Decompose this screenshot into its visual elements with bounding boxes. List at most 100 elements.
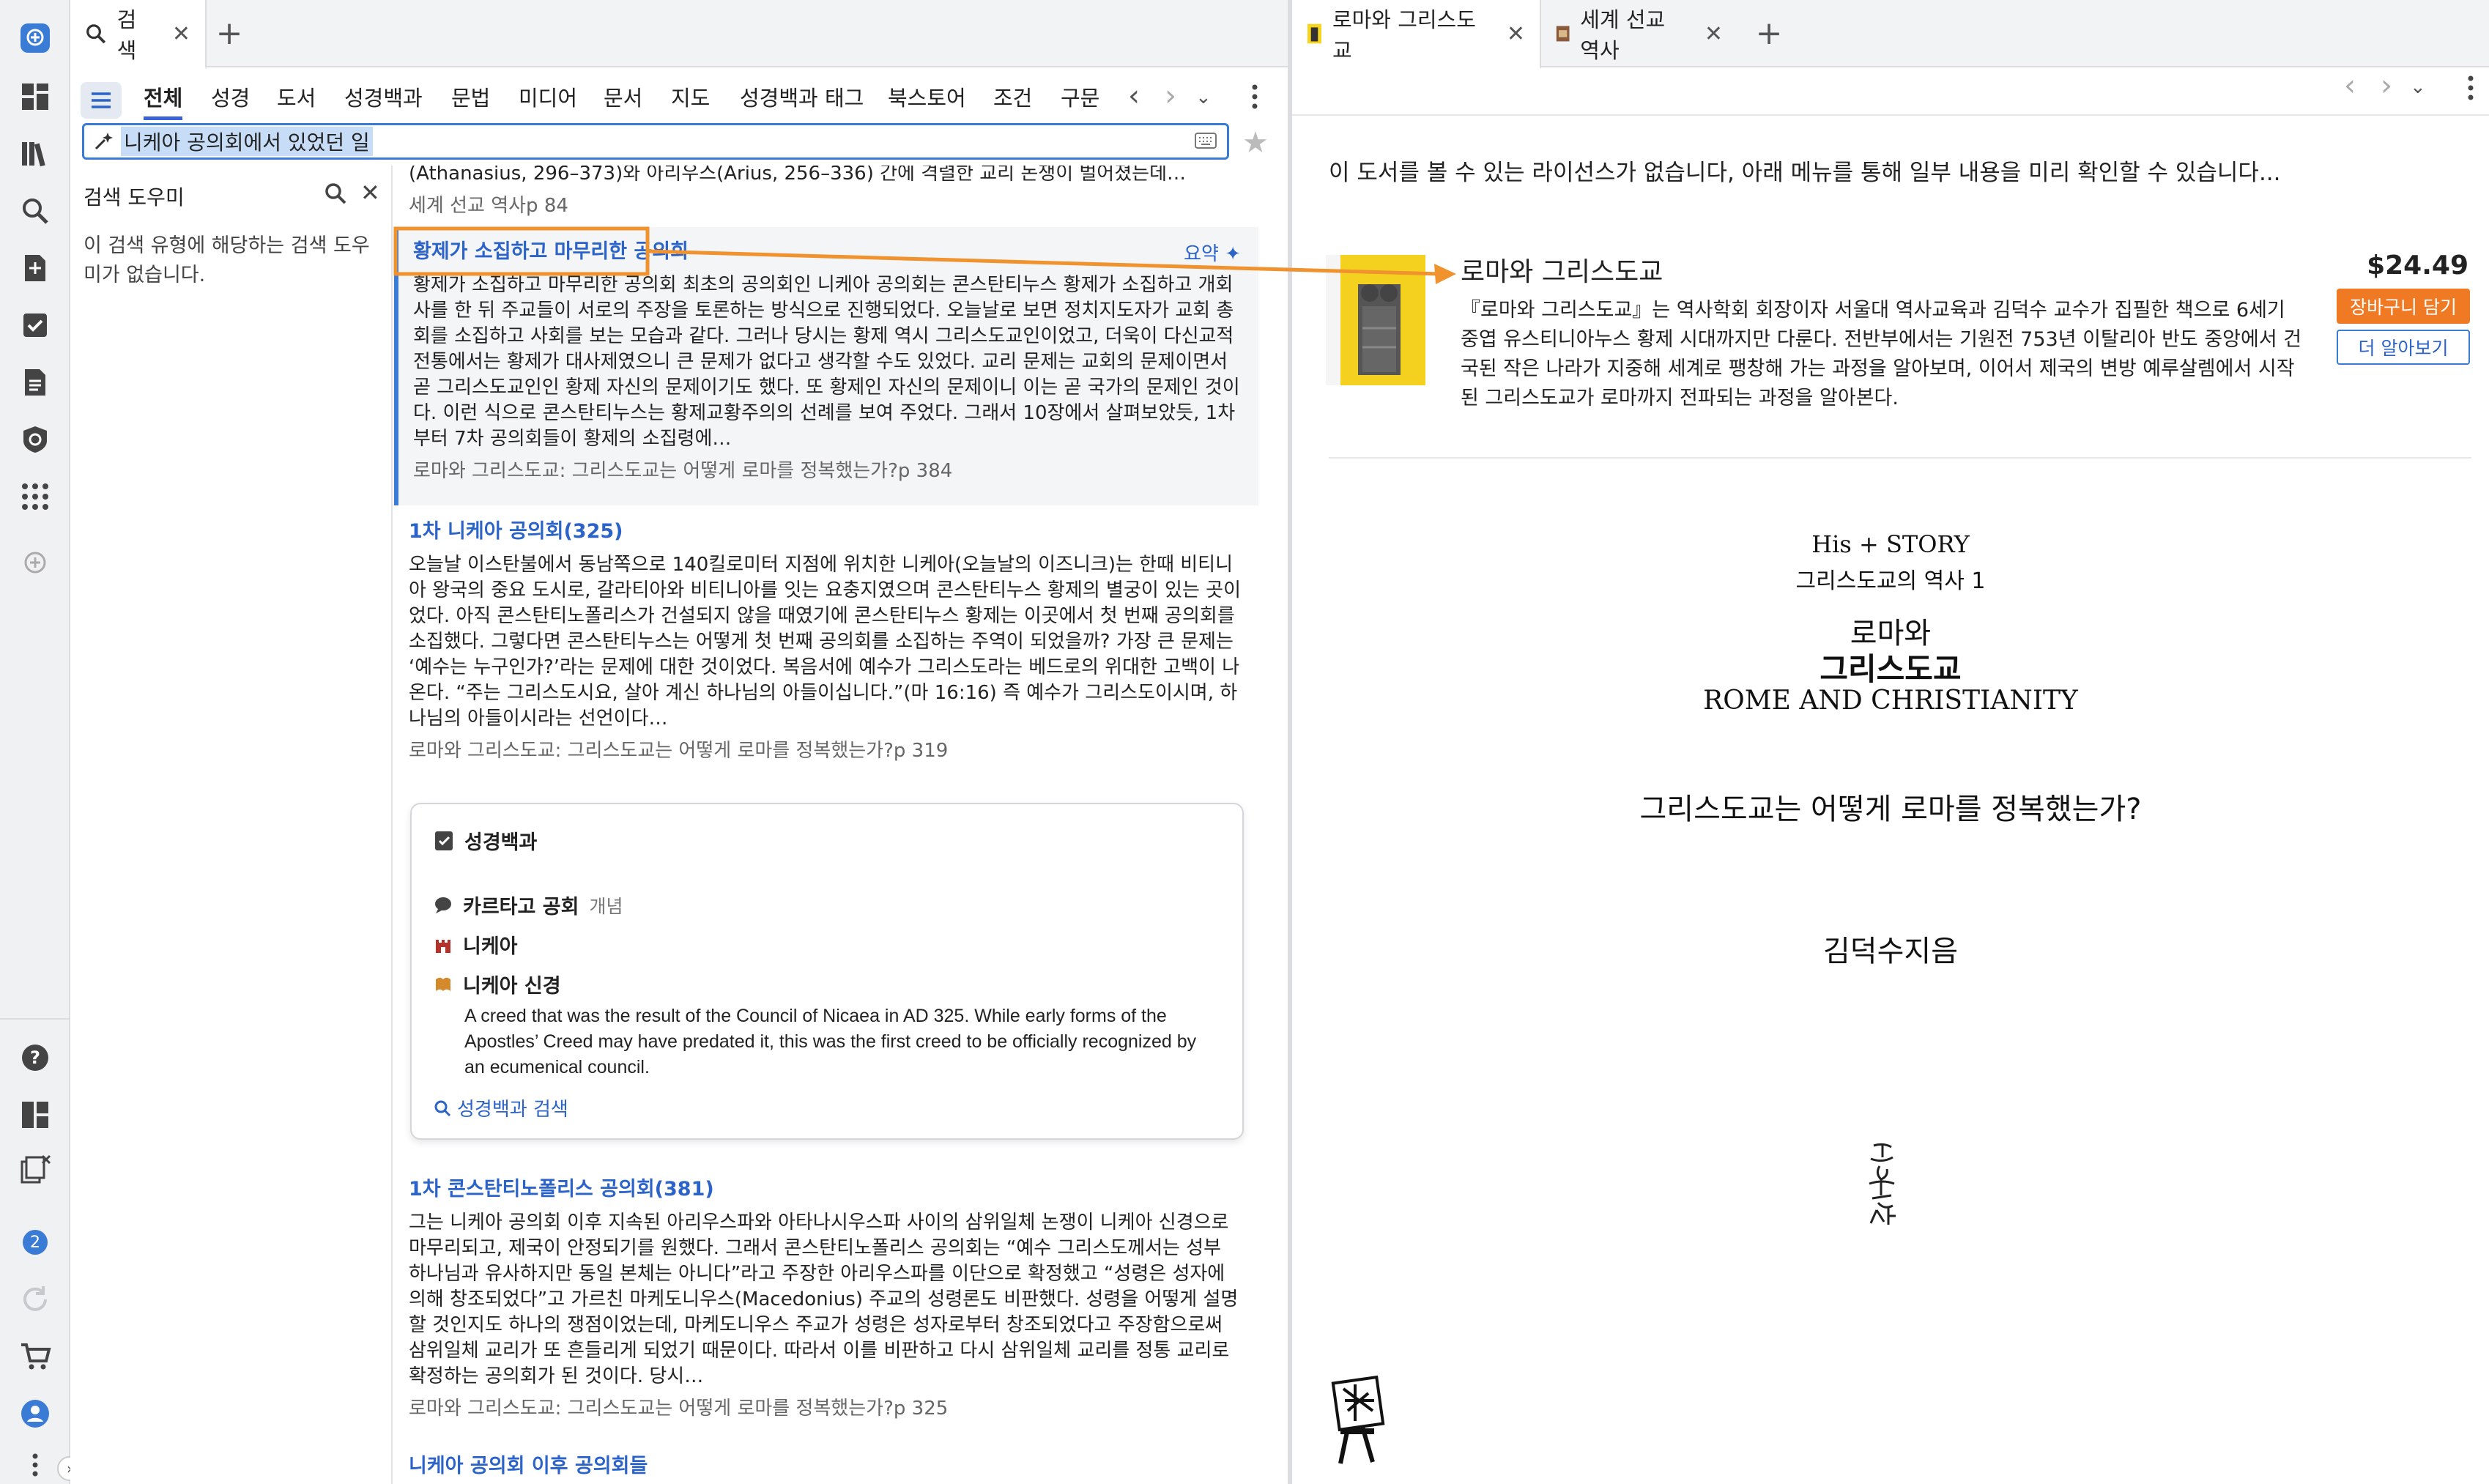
new-tab-button[interactable]: + — [1751, 15, 1787, 52]
search-panel: 검색 ✕ + 전체 성경 도서 성경백과 문법 미디어 문서 지도 성경백과 태… — [70, 0, 1288, 1484]
result-title[interactable]: 황제가 소집하고 마무리한 공의회 — [413, 237, 1244, 267]
chevron-right-icon[interactable]: › — [1165, 79, 1176, 113]
chevron-left-icon[interactable]: ‹ — [1128, 79, 1140, 113]
search-input[interactable]: 니케아 공의회에서 있었던 일 — [82, 123, 1229, 160]
right-tab-bar: 로마와 그리스도교 ✕ 세계 선교 역사 ✕ + — [1292, 0, 2489, 69]
star-icon[interactable]: ★ — [1242, 126, 1269, 160]
filter-tab-factbook-tags[interactable]: 성경백과 태그 — [740, 76, 864, 120]
result-title[interactable]: 1차 콘스탄티노폴리스 공의회(381) — [409, 1175, 1244, 1204]
summary-button[interactable]: 요약 ✦ — [1184, 239, 1241, 266]
list-item: (Athanasius, 296–373)와 아리우스(Arius, 256–3… — [394, 166, 1258, 219]
encyclopedia-search-link[interactable]: 성경백과 검색 — [434, 1094, 568, 1121]
more-vertical-icon[interactable] — [16, 1446, 54, 1481]
list-item[interactable]: 니케아 공의회 이후 공의회들 — [394, 1452, 1258, 1481]
tab-label: 로마와 그리스도교 — [1332, 7, 1476, 63]
filter-tab-books[interactable]: 도서 — [277, 76, 316, 120]
more-vertical-icon[interactable] — [1251, 84, 1258, 117]
svg-text:?: ? — [30, 1047, 40, 1068]
close-icon[interactable]: ✕ — [172, 21, 190, 47]
chevron-down-icon[interactable]: ⌄ — [2410, 76, 2426, 98]
app-logo-icon[interactable] — [16, 19, 54, 57]
hamburger-menu-icon[interactable] — [81, 82, 122, 119]
filter-tab-maps[interactable]: 지도 — [671, 76, 710, 120]
tab-search[interactable]: 검색 ✕ — [70, 0, 207, 69]
search-icon — [434, 1100, 451, 1116]
license-message: 이 도서를 볼 수 있는 라이선스가 없습니다, 아래 메뉴를 통해 일부 내용… — [1329, 160, 2281, 186]
result-snippet: 그는 니케아 공의회 이후 지속된 아리우스파와 아타나시우스파 사이의 삼위일… — [409, 1212, 1239, 1387]
notification-badge[interactable]: 2 — [16, 1223, 54, 1261]
result-source[interactable]: 로마와 그리스도교: 그리스도교는 어떻게 로마를 정복했는가?p 325 — [409, 1395, 1244, 1422]
document-icon[interactable] — [16, 363, 54, 401]
entry-name: 카르타고 공회 — [463, 896, 579, 919]
tab-rome-and-christianity[interactable]: 로마와 그리스도교 ✕ — [1292, 0, 1541, 69]
help-icon[interactable]: ? — [16, 1039, 54, 1077]
book-thumb-icon — [1307, 23, 1321, 44]
close-panels-icon[interactable] — [16, 1150, 54, 1188]
entry-name: 니케아 신경 — [463, 975, 561, 998]
layout-icon[interactable] — [16, 1096, 54, 1134]
book-description: 『로마와 그리스도교』는 역사학회 회장이자 서울대 역사교육과 김덕수 교수가… — [1461, 299, 2302, 409]
close-icon[interactable]: ✕ — [360, 179, 380, 207]
result-snippet: (Athanasius, 296–373)와 아리우스(Arius, 256–3… — [409, 166, 1186, 185]
preview-title-line2: 그리스도교 — [1820, 651, 1962, 687]
book-cover-image[interactable] — [1326, 255, 1425, 385]
apps-grid-icon[interactable] — [16, 478, 54, 516]
dashboard-icon[interactable] — [16, 78, 54, 116]
more-vertical-icon[interactable] — [2467, 75, 2474, 108]
result-title[interactable]: 1차 니케아 공의회(325) — [409, 517, 1244, 546]
speech-bubble-icon — [435, 897, 451, 913]
preview-series: His + STORY — [1811, 530, 1970, 558]
filter-tab-bookstore[interactable]: 북스토어 — [888, 76, 966, 120]
new-tab-button[interactable]: + — [211, 15, 248, 52]
add-shortcut-icon[interactable] — [16, 543, 54, 582]
learn-more-button[interactable]: 더 알아보기 — [2337, 330, 2470, 365]
list-item[interactable]: 1차 콘스탄티노폴리스 공의회(381) 그는 니케아 공의회 이후 지속된 아… — [394, 1175, 1258, 1422]
tab-search-label: 검색 — [116, 7, 137, 63]
encyclopedia-entry[interactable]: 카르타고 공회 개념 — [434, 891, 623, 919]
close-icon[interactable]: ✕ — [1507, 21, 1525, 47]
filter-tab-conditions[interactable]: 조건 — [993, 76, 1032, 120]
library-icon[interactable] — [16, 135, 54, 173]
book-title[interactable]: 로마와 그리스도교 — [1461, 251, 1663, 289]
castle-icon — [436, 939, 450, 953]
encyclopedia-entry[interactable]: 니케아 — [434, 930, 518, 959]
filter-tab-grammar[interactable]: 문법 — [451, 76, 490, 120]
filter-tab-factbook[interactable]: 성경백과 — [344, 76, 423, 120]
left-tab-bar: 검색 ✕ + — [70, 0, 1288, 69]
filter-tab-bible[interactable]: 성경 — [211, 76, 250, 120]
result-source[interactable]: 세계 선교 역사p 84 — [409, 193, 1244, 219]
result-snippet: 오늘날 이스탄불에서 동남쪽으로 140킬로미터 지점에 위치한 니케아(오늘날… — [409, 554, 1242, 730]
sync-icon[interactable] — [16, 1280, 54, 1318]
chevron-right-icon[interactable]: › — [2381, 69, 2392, 103]
result-source[interactable]: 로마와 그리스도교: 그리스도교는 어떻게 로마를 정복했는가?p 384 — [413, 458, 1244, 484]
result-title[interactable]: 니케아 공의회 이후 공의회들 — [409, 1452, 1244, 1481]
filter-tab-media[interactable]: 미디어 — [519, 76, 577, 120]
result-source[interactable]: 로마와 그리스도교: 그리스도교는 어떻게 로마를 정복했는가?p 319 — [409, 738, 1244, 764]
close-icon[interactable]: ✕ — [1705, 21, 1723, 47]
filter-tab-all[interactable]: 전체 — [144, 76, 183, 120]
encyclopedia-card: 성경백과 카르타고 공회 개념 니케아 니케아 신경 A creed that … — [410, 803, 1244, 1140]
entry-description: A creed that was the result of the Counc… — [464, 1006, 1197, 1077]
list-item[interactable]: 1차 니케아 공의회(325) 오늘날 이스탄불에서 동남쪽으로 140킬로미터… — [394, 517, 1258, 764]
rail-divider — [0, 1018, 70, 1020]
add-to-cart-button[interactable]: 장바구니 담기 — [2337, 289, 2470, 324]
reading-plan-icon[interactable] — [16, 420, 54, 459]
result-snippet: 황제가 소집하고 마무리한 공의회 최초의 공의회인 니케아 공의회는 콘스탄티… — [413, 274, 1240, 450]
publisher-seal — [1869, 1143, 1896, 1225]
chevron-left-icon[interactable]: ‹ — [2344, 69, 2356, 103]
list-item[interactable]: 황제가 소집하고 마무리한 공의회 요약 ✦ 황제가 소집하고 마무리한 공의회… — [394, 227, 1258, 505]
search-results: (Athanasius, 296–373)와 아리우스(Arius, 256–3… — [394, 166, 1288, 1484]
encyclopedia-entry[interactable]: 니케아 신경 — [434, 970, 561, 998]
filter-tab-documents[interactable]: 문서 — [604, 76, 642, 120]
checklist-icon[interactable] — [16, 306, 54, 344]
account-icon[interactable] — [16, 1395, 54, 1433]
filter-tab-syntax[interactable]: 구문 — [1061, 76, 1099, 120]
add-document-icon[interactable] — [16, 249, 54, 287]
cart-icon[interactable] — [16, 1338, 54, 1376]
tab-world-mission-history[interactable]: 세계 선교 역사 ✕ — [1541, 0, 1737, 67]
search-icon[interactable] — [16, 192, 54, 230]
keyboard-icon[interactable] — [1195, 133, 1217, 149]
helper-message: 이 검색 유형에 해당하는 검색 도우미가 없습니다. — [84, 234, 370, 286]
chevron-down-icon[interactable]: ⌄ — [1195, 86, 1212, 108]
search-icon[interactable] — [324, 182, 347, 205]
